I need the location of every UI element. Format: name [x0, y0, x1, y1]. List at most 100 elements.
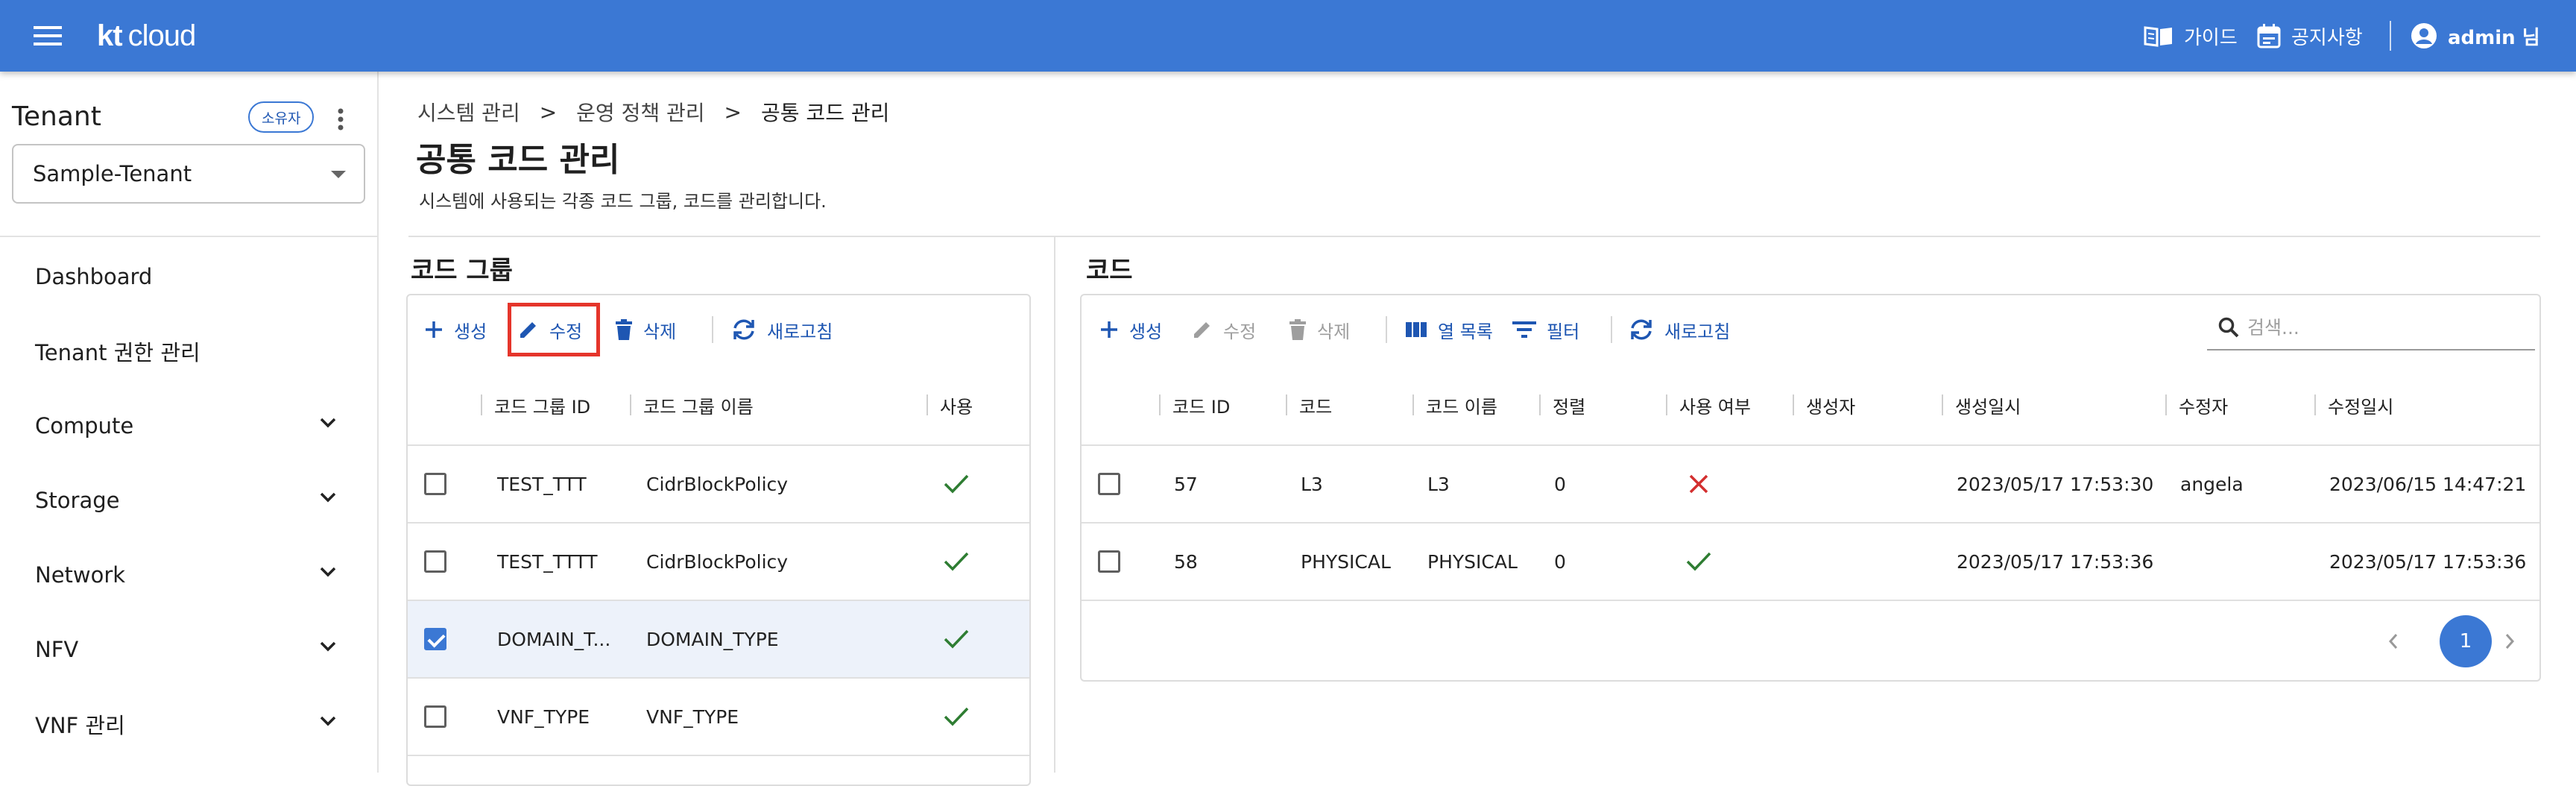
- delete-label: 삭제: [1317, 321, 1351, 342]
- breadcrumb-separator: >: [539, 99, 558, 125]
- column-header-group-name[interactable]: 코드 그룹 이름: [630, 364, 754, 446]
- search-input[interactable]: [2247, 316, 2516, 339]
- topbar-divider: [2390, 21, 2391, 51]
- chevron-down-icon: [319, 715, 337, 727]
- sidebar-item-label: NFV: [35, 637, 79, 662]
- guide-link[interactable]: 가이드: [2144, 0, 2238, 72]
- check-icon: [943, 601, 970, 677]
- breadcrumb-item[interactable]: 운영 정책 관리: [576, 97, 704, 127]
- trash-icon: [1289, 318, 1307, 341]
- tenant-title: Tenant: [12, 101, 101, 132]
- cell-code-name: L3: [1427, 473, 1450, 495]
- sidebar-item-storage[interactable]: Storage: [0, 469, 377, 532]
- sidebar-item-vnf-management[interactable]: VNF 관리: [0, 693, 377, 755]
- column-header-group-id[interactable]: 코드 그룹 ID: [481, 364, 590, 446]
- code-table-header: 코드 ID 코드 코드 이름 정렬 사용 여부 생성자 생성일시 수정자 수정일…: [1082, 364, 2539, 446]
- sidebar-item-dashboard[interactable]: Dashboard: [0, 245, 377, 308]
- code-group-panel: 생성 수정 삭제 새로고침 코드 그룹 ID 코드 그룹 이름 사용 TEST_…: [406, 294, 1031, 786]
- toolbar-divider: [1386, 316, 1387, 343]
- table-row[interactable]: TEST_TTTT CidrBlockPolicy: [408, 524, 1029, 601]
- notice-link[interactable]: 공지사항: [2257, 0, 2363, 72]
- sidebar-item-label: Tenant 권한 관리: [35, 340, 201, 365]
- toolbar-divider: [712, 316, 713, 343]
- code-create-button[interactable]: 생성: [1099, 312, 1162, 348]
- pagination: 1: [2316, 603, 2539, 680]
- tenant-select[interactable]: Sample-Tenant: [12, 144, 365, 204]
- page-title: 공통 코드 관리: [416, 141, 620, 179]
- check-icon: [943, 679, 970, 755]
- breadcrumb-separator: >: [724, 99, 742, 125]
- table-row[interactable]: 57 L3 L3 0 2023/05/17 17:53:30 angela 20…: [1082, 446, 2539, 524]
- chevron-right-icon[interactable]: [2493, 625, 2526, 658]
- sidebar-divider: [0, 236, 377, 237]
- code-edit-button[interactable]: 수정: [1192, 312, 1256, 348]
- sidebar-item-label: Storage: [35, 488, 120, 513]
- trash-icon: [615, 318, 633, 341]
- owner-badge: 소유자: [248, 101, 315, 133]
- code-group-create-button[interactable]: 생성: [424, 312, 487, 348]
- brand-logo[interactable]: kt cloud: [97, 0, 197, 72]
- sidebar-item-network[interactable]: Network: [0, 544, 377, 606]
- more-vert-icon[interactable]: [329, 104, 352, 134]
- column-header-created-at[interactable]: 생성일시: [1942, 364, 2021, 446]
- cell-order: 0: [1554, 473, 1566, 495]
- column-header-creator[interactable]: 생성자: [1793, 364, 1855, 446]
- column-header-used[interactable]: 사용: [926, 364, 973, 446]
- column-header-order[interactable]: 정렬: [1539, 364, 1585, 446]
- code-group-title: 코드 그룹: [411, 256, 513, 286]
- cell-group-id: TEST_TTTT: [497, 550, 598, 573]
- code-search-field[interactable]: [2207, 306, 2535, 350]
- cell-group-id: DOMAIN_T...: [497, 628, 611, 650]
- sidebar-item-compute[interactable]: Compute: [0, 394, 377, 457]
- chevron-left-icon[interactable]: [2377, 625, 2410, 658]
- column-header-code[interactable]: 코드: [1286, 364, 1332, 446]
- cell-code-id: 57: [1174, 473, 1198, 495]
- row-checkbox[interactable]: [424, 473, 446, 495]
- page-number-current[interactable]: 1: [2440, 615, 2492, 667]
- table-row-selected[interactable]: DOMAIN_T... DOMAIN_TYPE: [408, 601, 1029, 679]
- cell-code-name: PHYSICAL: [1427, 550, 1518, 573]
- cell-created-at: 2023/05/17 17:53:36: [1957, 550, 2154, 573]
- filter-icon: [1512, 320, 1536, 339]
- code-columns-button[interactable]: 열 목록: [1405, 312, 1493, 348]
- top-app-bar: kt cloud 가이드 공지사항 admin 님: [0, 0, 2576, 72]
- row-checkbox-checked[interactable]: [424, 628, 446, 650]
- table-row[interactable]: 58 PHYSICAL PHYSICAL 0 2023/05/17 17:53:…: [1082, 524, 2539, 601]
- row-checkbox[interactable]: [424, 705, 446, 728]
- column-header-modifier[interactable]: 수정자: [2165, 364, 2228, 446]
- sidebar-item-label: Compute: [35, 413, 134, 438]
- check-icon: [1685, 524, 1712, 600]
- table-row[interactable]: VNF_TYPE VNF_TYPE: [408, 679, 1029, 756]
- column-header-code-id[interactable]: 코드 ID: [1159, 364, 1230, 446]
- cell-modified-at: 2023/06/15 14:47:21: [2329, 473, 2527, 495]
- hamburger-menu-icon[interactable]: [28, 0, 67, 72]
- breadcrumb-item[interactable]: 시스템 관리: [417, 97, 520, 127]
- header-divider: [408, 236, 2540, 237]
- code-group-refresh-button[interactable]: 새로고침: [731, 312, 833, 348]
- code-refresh-button[interactable]: 새로고침: [1629, 312, 1730, 348]
- plus-icon: [1099, 320, 1119, 339]
- notice-label: 공지사항: [2291, 26, 2363, 49]
- cell-group-id: VNF_TYPE: [497, 705, 590, 728]
- row-checkbox[interactable]: [424, 550, 446, 573]
- calendar-icon: [2257, 23, 2281, 48]
- user-label: admin 님: [2448, 26, 2540, 49]
- table-row[interactable]: TEST_TTT CidrBlockPolicy: [408, 446, 1029, 524]
- column-header-used[interactable]: 사용 여부: [1666, 364, 1751, 446]
- column-header-modified-at[interactable]: 수정일시: [2314, 364, 2393, 446]
- code-delete-button[interactable]: 삭제: [1289, 312, 1350, 348]
- row-checkbox[interactable]: [1098, 473, 1120, 495]
- sidebar-item-nfv[interactable]: NFV: [0, 618, 377, 681]
- row-checkbox[interactable]: [1098, 550, 1120, 573]
- column-header-code-name[interactable]: 코드 이름: [1412, 364, 1497, 446]
- user-menu[interactable]: admin 님: [2411, 0, 2540, 72]
- code-group-table-header: 코드 그룹 ID 코드 그룹 이름 사용: [408, 364, 1029, 446]
- sidebar-item-tenant-permissions[interactable]: Tenant 권한 관리: [0, 320, 377, 383]
- code-group-delete-button[interactable]: 삭제: [615, 312, 676, 348]
- dropdown-arrow-icon: [331, 171, 346, 178]
- cell-code: PHYSICAL: [1301, 550, 1391, 573]
- refresh-icon: [731, 318, 757, 341]
- code-filter-button[interactable]: 필터: [1512, 312, 1579, 348]
- cell-modified-at: 2023/05/17 17:53:36: [2329, 550, 2527, 573]
- brand-logo-suffix: cloud: [127, 19, 197, 52]
